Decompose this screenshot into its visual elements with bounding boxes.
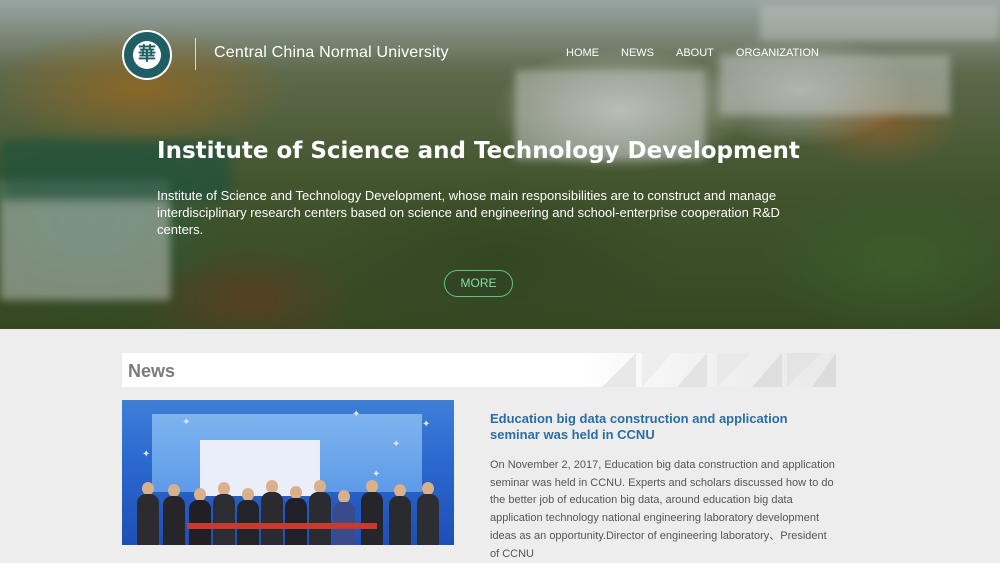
news-article: Education big data construction and appl… <box>490 411 835 563</box>
logo-seal: 華 <box>122 30 172 80</box>
hero-description: Institute of Science and Technology Deve… <box>157 188 780 237</box>
more-button[interactable]: MORE <box>444 270 513 297</box>
article-body: On November 2, 2017, Education big data … <box>490 459 835 560</box>
logo-glyph: 華 <box>138 44 156 65</box>
news-header-bar: News <box>122 353 836 387</box>
news-section-title[interactable]: News <box>128 361 175 382</box>
article-title[interactable]: Education big data construction and appl… <box>490 411 835 443</box>
nav-item-news[interactable]: NEWS <box>621 47 654 59</box>
news-photo[interactable]: ✦ ✦ ✦ ✦ ✦ ✦ <box>122 400 454 545</box>
decor-triangle <box>602 353 636 387</box>
sparkle-icon: ✦ <box>182 417 191 428</box>
logo-divider <box>195 38 196 70</box>
person <box>213 494 235 545</box>
sparkle-icon: ✦ <box>352 409 361 420</box>
sparkle-icon: ✦ <box>422 419 431 430</box>
brand-name[interactable]: Central China Normal University <box>214 44 449 62</box>
hero-title: Institute of Science and Technology Deve… <box>157 138 800 164</box>
person <box>261 492 283 545</box>
sparkle-icon: ✦ <box>392 439 401 450</box>
person <box>361 492 383 545</box>
logo-inner-disc: 華 <box>133 41 161 69</box>
university-logo[interactable]: 華 <box>122 30 174 82</box>
nav-item-organization[interactable]: ORGANIZATION <box>736 47 819 59</box>
decor-triangle <box>752 353 782 387</box>
sparkle-icon: ✦ <box>142 449 151 460</box>
decor-triangle <box>642 353 672 387</box>
decor-triangle <box>677 353 707 387</box>
sparkle-icon: ✦ <box>372 469 381 480</box>
person <box>389 496 411 545</box>
hero-banner: 華 Central China Normal University HOME N… <box>0 0 1000 329</box>
person <box>309 492 331 545</box>
decor-triangle <box>717 353 751 387</box>
person <box>163 496 185 545</box>
nav-item-home[interactable]: HOME <box>566 47 599 59</box>
person <box>285 498 307 545</box>
decor-triangle <box>812 353 836 387</box>
person <box>417 494 439 545</box>
news-section: News ✦ ✦ ✦ ✦ ✦ ✦ Education big data cons… <box>0 329 1000 560</box>
red-ribbon <box>187 523 377 529</box>
main-nav: HOME NEWS ABOUT ORGANIZATION <box>566 47 819 59</box>
nav-item-about[interactable]: ABOUT <box>676 47 714 59</box>
person <box>137 494 159 545</box>
